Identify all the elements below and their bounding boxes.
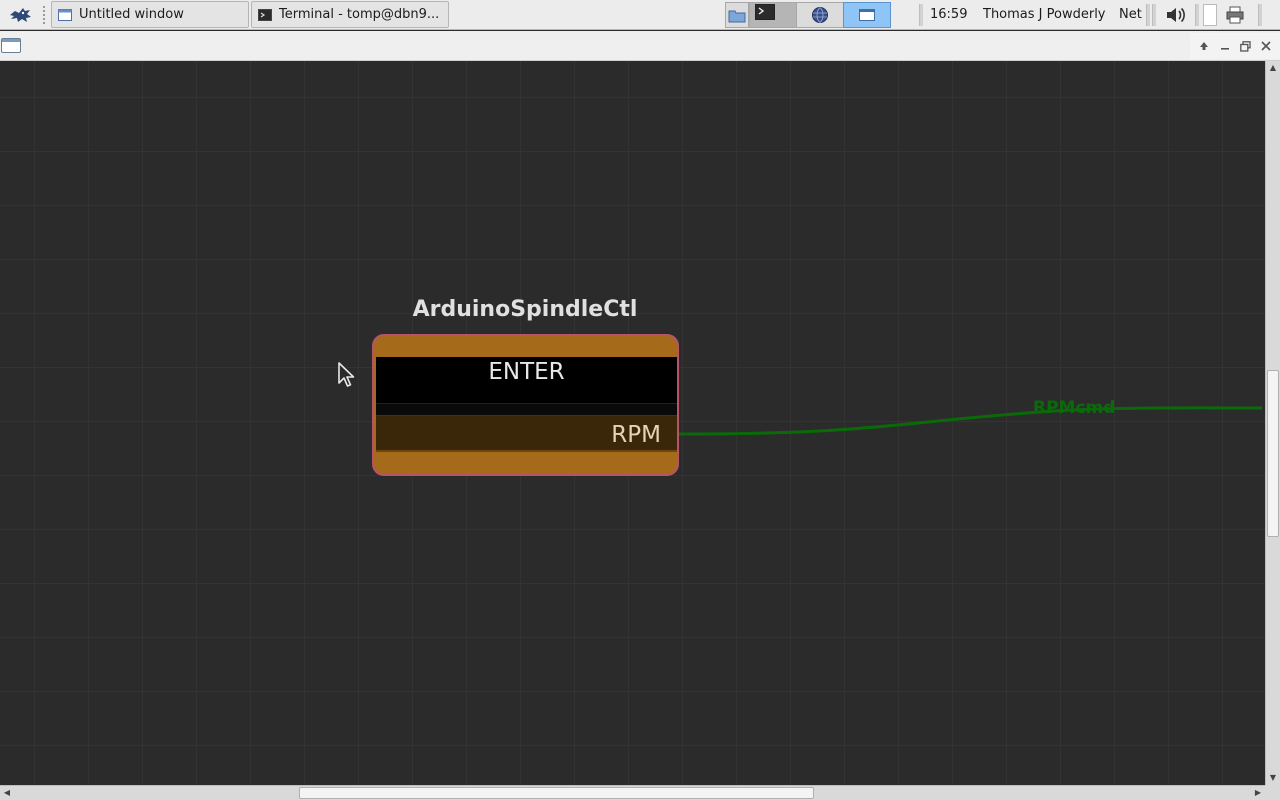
app-menu-button[interactable]: [4, 3, 36, 27]
task-terminal[interactable]: Terminal - tomp@dbn9...: [251, 1, 449, 28]
scrollbar-corner: [1265, 785, 1280, 800]
panel-grip[interactable]: [43, 6, 46, 24]
wire-label[interactable]: RPMcmd: [1033, 398, 1115, 418]
minimize-icon[interactable]: [1216, 37, 1234, 55]
folder-icon: [728, 10, 746, 23]
node-input-row[interactable]: ENTER: [376, 357, 677, 403]
node-divider-row: [376, 403, 677, 415]
workspace-4[interactable]: [843, 2, 891, 28]
user-name[interactable]: Thomas J Powderly: [983, 7, 1106, 22]
task-untitled-window[interactable]: Untitled window: [51, 1, 249, 28]
raise-icon[interactable]: [1195, 37, 1213, 55]
close-icon[interactable]: [1257, 37, 1275, 55]
separator: [1258, 4, 1262, 26]
workspace-pager: [725, 2, 891, 28]
globe-icon: [812, 7, 828, 24]
workspace-3[interactable]: [796, 2, 844, 28]
node-title: ArduinoSpindleCtl: [412, 297, 638, 322]
separator: [1195, 4, 1199, 26]
rpm-output-label: RPM: [611, 422, 661, 448]
clock[interactable]: 16:59: [930, 7, 967, 22]
printer-icon[interactable]: [1226, 6, 1244, 24]
terminal-icon: [258, 8, 272, 21]
workspace-2[interactable]: [749, 2, 797, 28]
volume-icon[interactable]: [1165, 5, 1187, 25]
maximize-icon[interactable]: [1236, 37, 1254, 55]
window-menu-icon[interactable]: [1, 38, 21, 53]
node-arduino-spindle-ctl[interactable]: ENTER RPM: [372, 334, 679, 476]
mouse-cursor-icon: [338, 362, 355, 387]
window-controls: [1190, 33, 1280, 59]
net-label[interactable]: Net: [1119, 7, 1142, 22]
task-label: Terminal - tomp@dbn9...: [279, 7, 440, 22]
vertical-scrollbar[interactable]: ▲ ▼: [1265, 61, 1280, 785]
horizontal-scroll-thumb[interactable]: [299, 787, 814, 799]
scroll-down-arrow-icon[interactable]: ▼: [1266, 771, 1280, 785]
node-graph-canvas[interactable]: RPMcmd ArduinoSpindleCtl ENTER RPM: [0, 61, 1265, 785]
vertical-scroll-thumb[interactable]: [1267, 370, 1279, 537]
enter-input-label: ENTER: [488, 359, 565, 385]
taskbar: Untitled window Terminal - tomp@dbn9... …: [0, 0, 1280, 30]
separator: [1146, 4, 1150, 26]
separator: [919, 4, 923, 26]
workspace-1[interactable]: [725, 2, 749, 28]
node-output-row[interactable]: RPM: [376, 415, 677, 452]
separator: [1152, 4, 1156, 26]
scroll-right-arrow-icon[interactable]: ▶: [1251, 786, 1265, 800]
scroll-up-arrow-icon[interactable]: ▲: [1266, 61, 1280, 75]
window-icon: [58, 8, 72, 21]
battery-icon[interactable]: [1203, 4, 1217, 26]
scroll-left-arrow-icon[interactable]: ◀: [0, 786, 14, 800]
mouse-logo-icon: [10, 8, 31, 22]
terminal-icon: [755, 4, 775, 20]
window-icon: [859, 9, 875, 21]
task-label: Untitled window: [79, 7, 184, 22]
horizontal-scrollbar[interactable]: ◀ ▶: [0, 785, 1265, 800]
window-toolbar: [0, 31, 1280, 61]
